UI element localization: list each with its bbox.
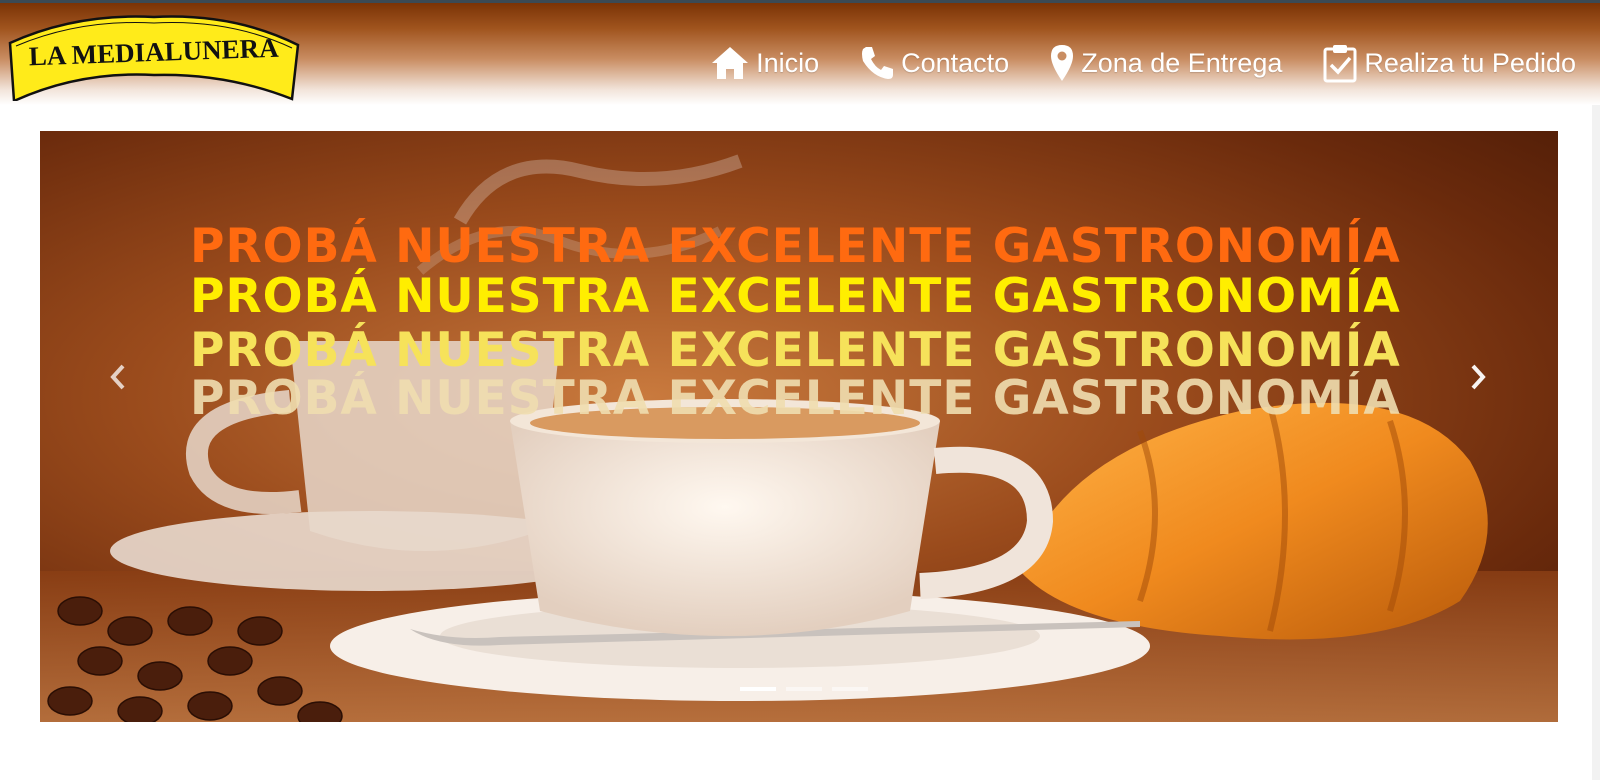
site-header: LA MEDIALUNERA Inicio Contacto Zona de E… [0, 3, 1600, 105]
carousel-indicator-3[interactable] [832, 687, 868, 691]
nav-label: Contacto [901, 47, 1010, 78]
main-nav: Inicio Contacto Zona de Entrega Realiza … [710, 39, 1576, 87]
carousel-indicators [740, 687, 868, 691]
carousel-prev-button[interactable] [98, 357, 138, 397]
nav-label: Realiza tu Pedido [1364, 47, 1576, 78]
carousel-next-button[interactable] [1458, 357, 1498, 397]
logo[interactable]: LA MEDIALUNERA [6, 13, 302, 101]
page-scrollbar[interactable] [1592, 105, 1600, 780]
headline-yellow: PROBÁ NUESTRA EXCELENTE GASTRONOMÍA [190, 269, 1401, 324]
home-icon [712, 47, 749, 79]
nav-item-contacto[interactable]: Contacto [859, 45, 1009, 81]
headline-orange: PROBÁ NUESTRA EXCELENTE GASTRONOMÍA [190, 219, 1401, 274]
carousel-indicator-2[interactable] [786, 687, 822, 691]
map-marker-icon [1051, 45, 1074, 81]
nav-label: Zona de Entrega [1081, 47, 1283, 78]
chevron-right-icon [1471, 364, 1486, 390]
headline-light-yellow: PROBÁ NUESTRA EXCELENTE GASTRONOMÍA [190, 323, 1401, 378]
clipboard-check-icon [1323, 45, 1357, 83]
chevron-left-icon [110, 364, 125, 390]
nav-item-inicio[interactable]: Inicio [710, 45, 819, 81]
nav-item-realiza-tu-pedido[interactable]: Realiza tu Pedido [1322, 43, 1576, 83]
nav-item-zona-de-entrega[interactable]: Zona de Entrega [1049, 43, 1282, 83]
headline-cream: PROBÁ NUESTRA EXCELENTE GASTRONOMÍA [190, 371, 1401, 426]
nav-label: Inicio [756, 47, 820, 78]
phone-icon [862, 47, 894, 79]
carousel-indicator-1[interactable] [740, 687, 776, 691]
hero-carousel: PROBÁ NUESTRA EXCELENTE GASTRONOMÍA PROB… [40, 131, 1558, 722]
logo-banner-icon: LA MEDIALUNERA [8, 15, 300, 101]
